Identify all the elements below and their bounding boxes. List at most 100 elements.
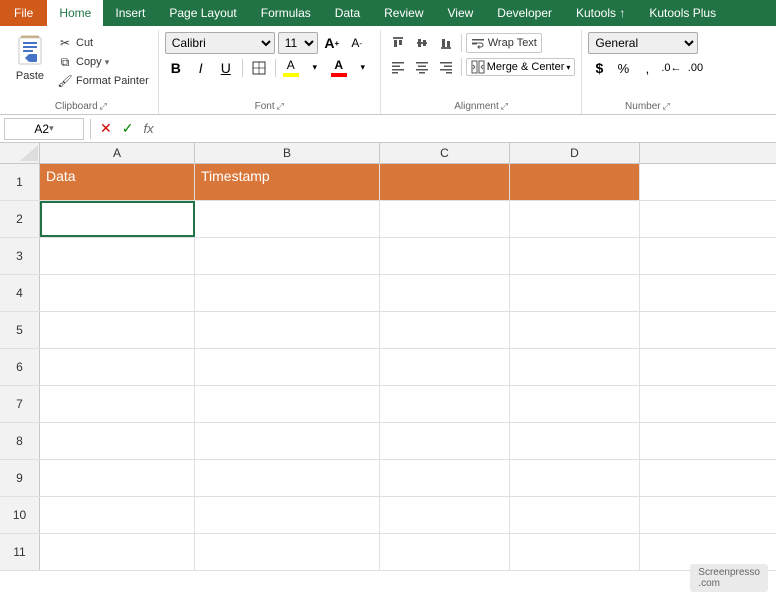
- font-color-button[interactable]: A: [329, 56, 349, 79]
- cell-a10[interactable]: [40, 497, 195, 533]
- cell-b11[interactable]: [195, 534, 380, 570]
- col-header-c[interactable]: C: [380, 143, 510, 163]
- cell-d9[interactable]: [510, 460, 640, 496]
- row-number-5[interactable]: 5: [0, 312, 40, 348]
- cell-a7[interactable]: [40, 386, 195, 422]
- row-number-8[interactable]: 8: [0, 423, 40, 459]
- formula-cancel-button[interactable]: ✕: [97, 120, 115, 137]
- menu-insert[interactable]: Insert: [103, 0, 157, 26]
- align-top-button[interactable]: [387, 32, 409, 54]
- cell-d6[interactable]: [510, 349, 640, 385]
- highlight-color-button[interactable]: A: [281, 56, 301, 79]
- cell-b1[interactable]: Timestamp: [195, 164, 380, 200]
- cell-a3[interactable]: [40, 238, 195, 274]
- formula-input[interactable]: [161, 118, 772, 140]
- format-painter-button[interactable]: 🖌 Format Painter: [54, 72, 152, 90]
- cell-b6[interactable]: [195, 349, 380, 385]
- cell-reference-box[interactable]: A2 ▾: [4, 118, 84, 140]
- row-number-7[interactable]: 7: [0, 386, 40, 422]
- col-header-a[interactable]: A: [40, 143, 195, 163]
- cell-c4[interactable]: [380, 275, 510, 311]
- row-number-11[interactable]: 11: [0, 534, 40, 570]
- cell-c7[interactable]: [380, 386, 510, 422]
- cell-c11[interactable]: [380, 534, 510, 570]
- cell-c1[interactable]: [380, 164, 510, 200]
- comma-button[interactable]: ,: [636, 57, 658, 79]
- copy-button[interactable]: ⧉ Copy ▾: [54, 53, 152, 71]
- align-right-button[interactable]: [435, 56, 457, 78]
- align-left-button[interactable]: [387, 56, 409, 78]
- decrease-font-button[interactable]: A-: [346, 32, 368, 54]
- cell-a5[interactable]: [40, 312, 195, 348]
- row-number-3[interactable]: 3: [0, 238, 40, 274]
- accounting-button[interactable]: $: [588, 57, 610, 79]
- cell-d2[interactable]: [510, 201, 640, 237]
- merge-dropdown-arrow[interactable]: ▾: [566, 63, 570, 72]
- cell-c8[interactable]: [380, 423, 510, 459]
- row-number-1[interactable]: 1: [0, 164, 40, 200]
- increase-font-button[interactable]: A+: [321, 32, 343, 54]
- underline-button[interactable]: U: [215, 57, 237, 79]
- align-middle-button[interactable]: [411, 32, 433, 54]
- number-expand[interactable]: ⤢: [663, 101, 670, 112]
- cell-b2[interactable]: [195, 201, 380, 237]
- highlight-dropdown[interactable]: ▾: [304, 57, 326, 79]
- cell-a8[interactable]: [40, 423, 195, 459]
- col-header-b[interactable]: B: [195, 143, 380, 163]
- cell-c3[interactable]: [380, 238, 510, 274]
- cell-b4[interactable]: [195, 275, 380, 311]
- formula-confirm-button[interactable]: ✓: [119, 120, 137, 137]
- formula-fx-button[interactable]: fx: [140, 121, 156, 136]
- row-number-4[interactable]: 4: [0, 275, 40, 311]
- cell-d10[interactable]: [510, 497, 640, 533]
- increase-decimal-button[interactable]: .00: [684, 57, 706, 79]
- cell-d1[interactable]: [510, 164, 640, 200]
- cell-b3[interactable]: [195, 238, 380, 274]
- cell-c5[interactable]: [380, 312, 510, 348]
- cell-d5[interactable]: [510, 312, 640, 348]
- merge-center-button[interactable]: Merge & Center ▾: [466, 58, 576, 76]
- cell-b8[interactable]: [195, 423, 380, 459]
- menu-page-layout[interactable]: Page Layout: [157, 0, 248, 26]
- menu-data[interactable]: Data: [323, 0, 372, 26]
- italic-button[interactable]: I: [190, 57, 212, 79]
- paste-button[interactable]: Paste: [10, 32, 50, 84]
- cell-b9[interactable]: [195, 460, 380, 496]
- menu-review[interactable]: Review: [372, 0, 435, 26]
- cell-c9[interactable]: [380, 460, 510, 496]
- clipboard-expand[interactable]: ⤢: [100, 101, 107, 112]
- cell-a11[interactable]: [40, 534, 195, 570]
- percent-button[interactable]: %: [612, 57, 634, 79]
- font-color-dropdown[interactable]: ▾: [352, 57, 374, 79]
- cell-a6[interactable]: [40, 349, 195, 385]
- row-number-10[interactable]: 10: [0, 497, 40, 533]
- cell-a1[interactable]: Data: [40, 164, 195, 200]
- menu-kutools[interactable]: Kutools ↑: [564, 0, 637, 26]
- row-number-2[interactable]: 2: [0, 201, 40, 237]
- menu-developer[interactable]: Developer: [485, 0, 564, 26]
- cell-d8[interactable]: [510, 423, 640, 459]
- font-size-select[interactable]: 11: [278, 32, 318, 54]
- cell-c6[interactable]: [380, 349, 510, 385]
- align-center-button[interactable]: [411, 56, 433, 78]
- cell-c10[interactable]: [380, 497, 510, 533]
- bold-button[interactable]: B: [165, 57, 187, 79]
- copy-dropdown[interactable]: ▾: [105, 57, 110, 68]
- cell-b10[interactable]: [195, 497, 380, 533]
- cell-a4[interactable]: [40, 275, 195, 311]
- number-format-select[interactable]: General: [588, 32, 698, 54]
- menu-kutools-plus[interactable]: Kutools Plus: [637, 0, 728, 26]
- col-header-d[interactable]: D: [510, 143, 640, 163]
- cell-b5[interactable]: [195, 312, 380, 348]
- decrease-decimal-button[interactable]: .0←: [660, 57, 682, 79]
- align-bottom-button[interactable]: [435, 32, 457, 54]
- font-expand[interactable]: ⤢: [277, 101, 284, 112]
- wrap-text-button[interactable]: Wrap Text: [466, 33, 542, 53]
- menu-file[interactable]: File: [0, 0, 47, 26]
- menu-formulas[interactable]: Formulas: [249, 0, 323, 26]
- row-number-6[interactable]: 6: [0, 349, 40, 385]
- font-name-select[interactable]: Calibri: [165, 32, 275, 54]
- menu-view[interactable]: View: [436, 0, 486, 26]
- cell-ref-dropdown[interactable]: ▾: [49, 123, 54, 134]
- cell-a9[interactable]: [40, 460, 195, 496]
